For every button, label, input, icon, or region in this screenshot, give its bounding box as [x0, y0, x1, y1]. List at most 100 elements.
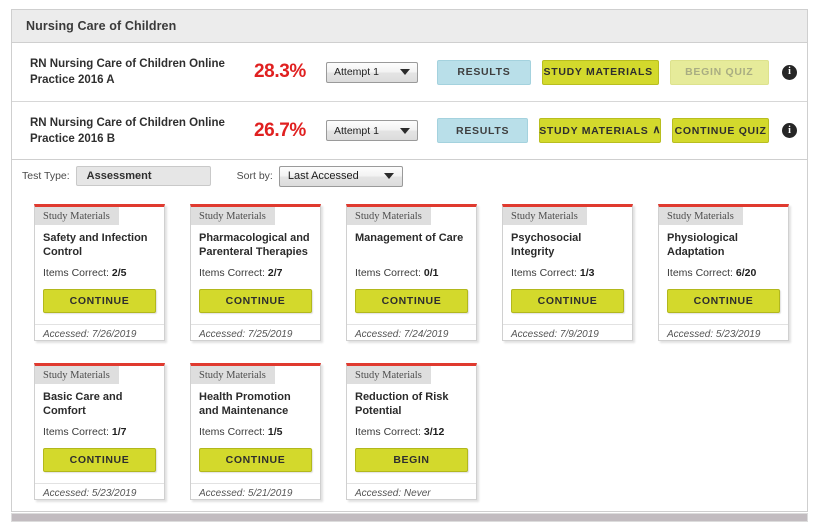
card-accessed: Accessed: 7/25/2019 — [191, 324, 320, 340]
card-title: Reduction of Risk Potential — [355, 391, 449, 417]
card-title: Health Promotion and Maintenance — [199, 391, 291, 417]
items-correct-value: 0/1 — [423, 267, 439, 279]
card-title: Psychosocial Integrity — [511, 232, 582, 258]
card-accessed: Accessed: 7/26/2019 — [35, 324, 164, 340]
card-items-correct: Items Correct: 6/20 — [667, 267, 780, 279]
card-action-button[interactable]: CONTINUE — [199, 448, 312, 472]
items-correct-value: 2/5 — [111, 267, 127, 279]
card-accessed: Accessed: 5/21/2019 — [191, 483, 320, 499]
study-material-card: Study Materials Pharmacological and Pare… — [190, 204, 321, 341]
items-correct-label: Items Correct: — [199, 426, 265, 438]
study-material-card: Study Materials Health Promotion and Mai… — [190, 363, 321, 500]
sort-by-value: Last Accessed — [287, 170, 359, 182]
attempt-row: RN Nursing Care of Children Online Pract… — [12, 43, 807, 101]
horizontal-scrollbar[interactable] — [11, 513, 808, 522]
card-title: Management of Care — [355, 232, 464, 244]
card-title: Safety and Infection Control — [43, 232, 148, 258]
card-items-correct: Items Correct: 1/3 — [511, 267, 624, 279]
info-icon[interactable]: i — [782, 123, 797, 138]
card-tab-label: Study Materials — [347, 207, 431, 225]
items-correct-label: Items Correct: — [43, 267, 109, 279]
card-accessed: Accessed: 5/23/2019 — [35, 483, 164, 499]
study-materials-button[interactable]: STUDY MATERIALS — [541, 59, 659, 85]
study-material-card-grid: Study Materials Safety and Infection Con… — [34, 204, 794, 522]
attempt-score: 26.7% — [254, 119, 306, 141]
items-correct-value: 1/5 — [267, 426, 283, 438]
card-accessed: Accessed: 5/23/2019 — [659, 324, 788, 340]
card-action-button[interactable]: CONTINUE — [199, 289, 312, 313]
card-action-button[interactable]: CONTINUE — [667, 289, 780, 313]
course-panel: Nursing Care of Children RN Nursing Care… — [11, 9, 808, 160]
card-tab-label: Study Materials — [191, 207, 275, 225]
sort-by-select[interactable]: Last Accessed — [278, 165, 403, 187]
test-type-label: Test Type: — [22, 170, 70, 182]
items-correct-label: Items Correct: — [355, 267, 421, 279]
card-items-correct: Items Correct: 0/1 — [355, 267, 468, 279]
results-button[interactable]: RESULTS — [437, 59, 531, 85]
card-tab-label: Study Materials — [35, 366, 119, 384]
study-materials-label: STUDY MATERIALS — [543, 66, 653, 78]
results-button[interactable]: RESULTS — [437, 118, 529, 143]
items-correct-label: Items Correct: — [667, 267, 733, 279]
items-correct-value: 1/3 — [579, 267, 595, 279]
items-correct-value: 2/7 — [267, 267, 283, 279]
card-action-button[interactable]: CONTINUE — [355, 289, 468, 313]
card-title: Basic Care and Comfort — [43, 391, 123, 417]
practice-dashboard: Nursing Care of Children RN Nursing Care… — [0, 0, 820, 529]
card-items-correct: Items Correct: 2/5 — [43, 267, 156, 279]
study-material-card: Study Materials Management of Care Items… — [346, 204, 477, 341]
card-items-correct: Items Correct: 1/5 — [199, 426, 312, 438]
sort-by-label: Sort by: — [236, 170, 273, 182]
items-correct-label: Items Correct: — [199, 267, 265, 279]
chevron-down-icon — [400, 69, 410, 75]
study-materials-button[interactable]: STUDY MATERIALS ∧ — [539, 118, 662, 143]
page-title: Nursing Care of Children — [26, 19, 177, 33]
card-tab-label: Study Materials — [191, 366, 275, 384]
attempt-select-value: Attempt 1 — [334, 66, 379, 78]
attempt-name: RN Nursing Care of Children Online Pract… — [30, 116, 225, 145]
card-items-correct: Items Correct: 3/12 — [355, 426, 468, 438]
items-correct-value: 1/7 — [111, 426, 127, 438]
card-tab-label: Study Materials — [347, 366, 431, 384]
continue-quiz-button[interactable]: CONTINUE QUIZ — [672, 118, 769, 143]
card-accessed: Accessed: 7/9/2019 — [503, 324, 632, 340]
card-action-button[interactable]: CONTINUE — [43, 448, 156, 472]
info-icon[interactable]: i — [782, 64, 798, 80]
attempt-name: RN Nursing Care of Children Online Pract… — [30, 58, 225, 86]
chevron-down-icon — [383, 173, 394, 179]
study-material-card: Study Materials Physiological Adaptation… — [658, 204, 789, 341]
scrollbar-thumb[interactable] — [12, 514, 807, 521]
card-title: Physiological Adaptation — [667, 232, 738, 258]
card-tab-label: Study Materials — [503, 207, 587, 225]
begin-quiz-button[interactable]: BEGIN QUIZ — [669, 59, 770, 85]
course-header: Nursing Care of Children — [12, 10, 807, 43]
study-material-card: Study Materials Basic Care and Comfort I… — [34, 363, 165, 500]
card-tab-label: Study Materials — [659, 207, 743, 225]
card-tab-label: Study Materials — [35, 207, 119, 225]
attempt-score: 28.3% — [254, 61, 306, 82]
study-material-card: Study Materials Psychosocial Integrity I… — [502, 204, 633, 341]
card-title: Pharmacological and Parenteral Therapies — [199, 232, 310, 258]
card-action-button[interactable]: CONTINUE — [511, 289, 624, 313]
study-material-card: Study Materials Safety and Infection Con… — [34, 204, 165, 341]
card-action-button[interactable]: BEGIN — [355, 448, 468, 472]
card-accessed: Accessed: Never — [347, 483, 476, 499]
card-action-button[interactable]: CONTINUE — [43, 289, 156, 313]
items-correct-label: Items Correct: — [511, 267, 577, 279]
attempt-select[interactable]: Attempt 1 — [326, 61, 418, 83]
card-items-correct: Items Correct: 2/7 — [199, 267, 312, 279]
card-accessed: Accessed: 7/24/2019 — [347, 324, 476, 340]
items-correct-value: 6/20 — [735, 267, 757, 279]
items-correct-label: Items Correct: — [355, 426, 421, 438]
study-material-card: Study Materials Reduction of Risk Potent… — [346, 363, 477, 500]
study-materials-panel: Test Type: Assessment Sort by: Last Acce… — [11, 160, 808, 512]
chevron-down-icon — [400, 127, 410, 134]
items-correct-value: 3/12 — [423, 426, 445, 438]
test-type-value: Assessment — [75, 166, 211, 186]
attempt-select[interactable]: Attempt 1 — [326, 120, 418, 141]
items-correct-label: Items Correct: — [43, 426, 109, 438]
chevron-up-icon: ∧ — [652, 124, 662, 136]
card-items-correct: Items Correct: 1/7 — [43, 426, 156, 438]
attempt-row: RN Nursing Care of Children Online Pract… — [12, 101, 807, 159]
filter-bar: Test Type: Assessment Sort by: Last Acce… — [12, 160, 807, 192]
